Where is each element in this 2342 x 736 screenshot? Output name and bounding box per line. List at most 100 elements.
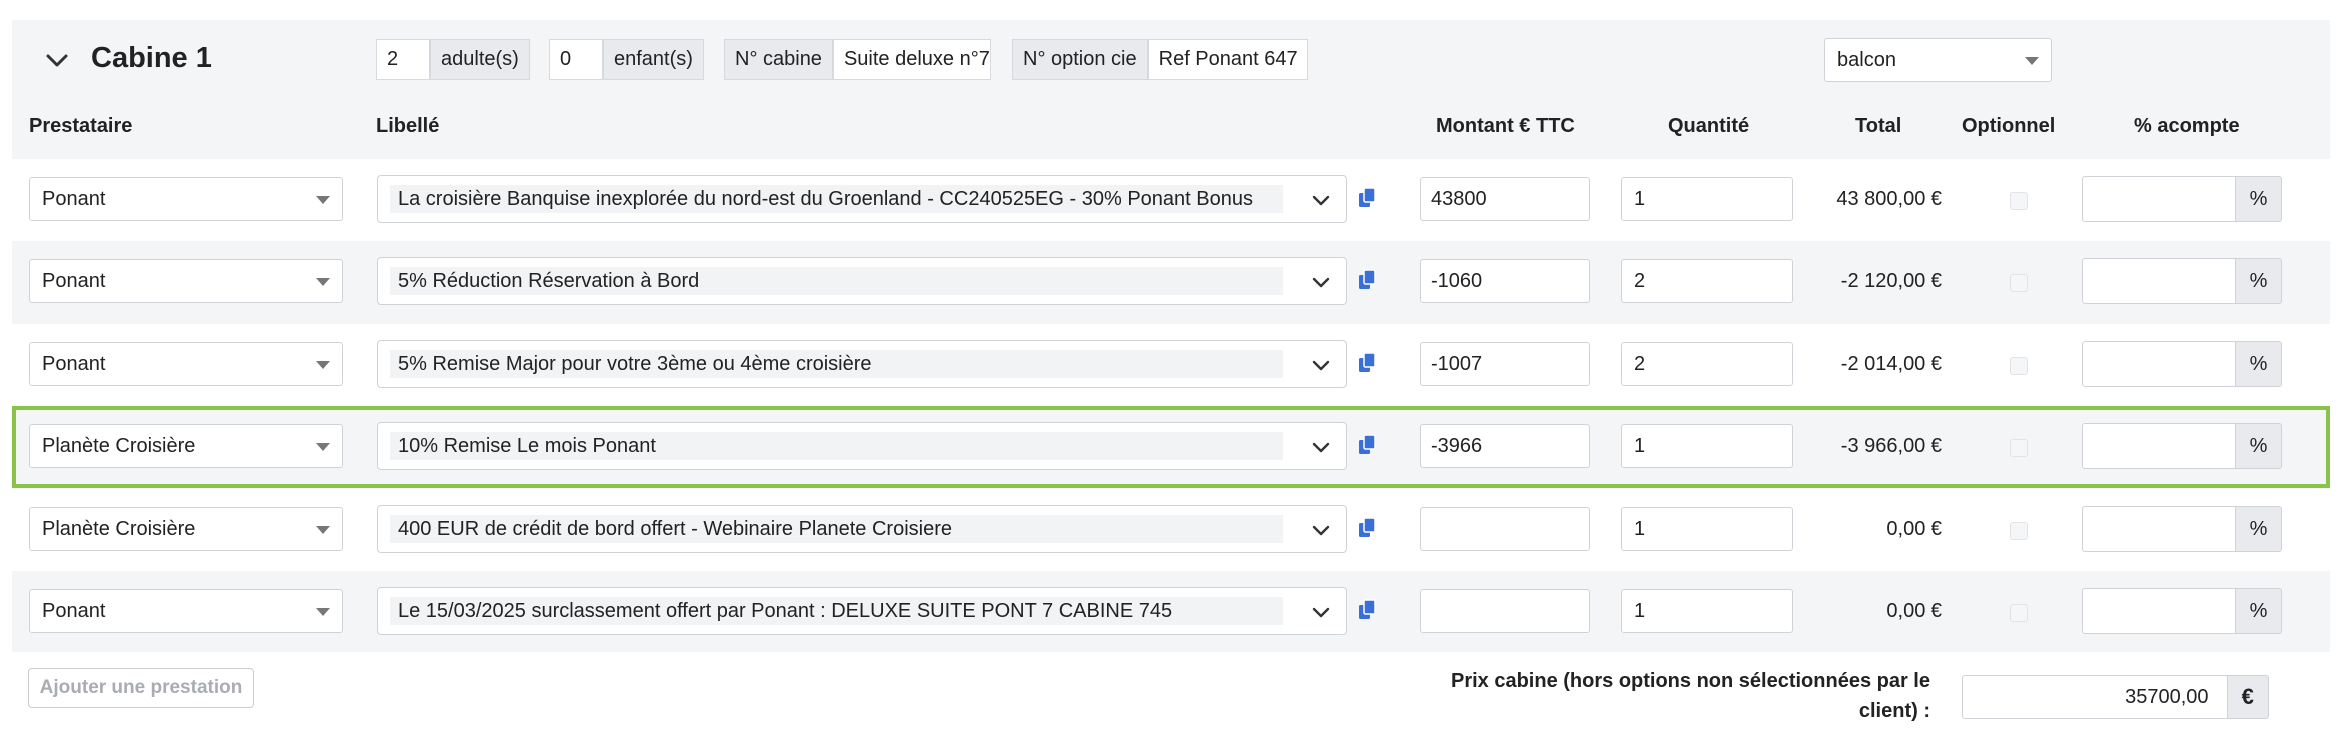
row-total: -2 120,00 € bbox=[1840, 270, 1942, 292]
prestataire-select[interactable]: Ponant bbox=[29, 177, 343, 221]
libelle-text: 400 EUR de crédit de bord offert - Webin… bbox=[390, 515, 1283, 543]
optionnel-checkbox[interactable] bbox=[2010, 192, 2028, 210]
libelle-select[interactable]: 5% Remise Major pour votre 3ème ou 4ème … bbox=[377, 340, 1347, 388]
quantite-input[interactable]: 1 bbox=[1621, 177, 1793, 221]
libelle-select[interactable]: 400 EUR de crédit de bord offert - Webin… bbox=[377, 505, 1347, 553]
collapse-chevron-icon[interactable] bbox=[44, 48, 70, 74]
option-number-group: N° option cie Ref Ponant 647 bbox=[1012, 39, 1308, 80]
quantite-input[interactable]: 1 bbox=[1621, 424, 1793, 468]
cabin-number-label: N° cabine bbox=[724, 39, 833, 80]
option-number-input[interactable]: Ref Ponant 647 bbox=[1147, 39, 1308, 80]
option-number-label: N° option cie bbox=[1012, 39, 1148, 80]
acompte-input[interactable] bbox=[2082, 423, 2236, 469]
acompte-input[interactable] bbox=[2082, 588, 2236, 634]
acompte-input[interactable] bbox=[2082, 258, 2236, 304]
currency-addon: € bbox=[2227, 675, 2269, 719]
prestataire-value: Planète Croisière bbox=[42, 435, 196, 457]
prestataire-value: Ponant bbox=[42, 600, 106, 622]
table-row: Ponant La croisière Banquise inexplorée d… bbox=[12, 159, 2330, 241]
libelle-select[interactable]: 10% Remise Le mois Ponant bbox=[377, 422, 1347, 470]
children-input[interactable]: 0 bbox=[549, 39, 603, 80]
caret-down-icon bbox=[316, 443, 330, 451]
cabin-price-label-line2: client) : bbox=[1858, 700, 1930, 722]
row-total: -3 966,00 € bbox=[1840, 435, 1942, 457]
percent-addon: % bbox=[2236, 588, 2282, 634]
col-prestataire: Prestataire bbox=[29, 115, 133, 137]
acompte-input[interactable] bbox=[2082, 341, 2236, 387]
optionnel-checkbox[interactable] bbox=[2010, 274, 2028, 292]
prestataire-select[interactable]: Planète Croisière bbox=[29, 424, 343, 468]
cabin-price-label-line1: Prix cabine (hors options non sélectionn… bbox=[1450, 670, 1930, 692]
cabin-category-value: balcon bbox=[1837, 49, 1896, 71]
quantite-input[interactable]: 1 bbox=[1621, 507, 1793, 551]
table-row: Ponant Le 15/03/2025 surclassement offert… bbox=[12, 571, 2330, 653]
copy-icon[interactable] bbox=[1357, 599, 1377, 621]
acompte-group: % bbox=[2082, 506, 2282, 552]
acompte-group: % bbox=[2082, 341, 2282, 387]
acompte-group: % bbox=[2082, 258, 2282, 304]
copy-icon[interactable] bbox=[1357, 517, 1377, 539]
percent-addon: % bbox=[2236, 176, 2282, 222]
prestataire-select[interactable]: Ponant bbox=[29, 342, 343, 386]
montant-input[interactable] bbox=[1420, 507, 1590, 551]
cabin-number-group: N° cabine Suite deluxe n°7 bbox=[724, 39, 991, 80]
percent-addon: % bbox=[2236, 506, 2282, 552]
chevron-down-icon bbox=[1312, 277, 1330, 288]
caret-down-icon bbox=[316, 526, 330, 534]
montant-input[interactable]: -1060 bbox=[1420, 259, 1590, 303]
acompte-group: % bbox=[2082, 176, 2282, 222]
adults-group: 2 adulte(s) bbox=[376, 39, 530, 80]
prestataire-select[interactable]: Planète Croisière bbox=[29, 507, 343, 551]
caret-down-icon bbox=[316, 361, 330, 369]
acompte-input[interactable] bbox=[2082, 176, 2236, 222]
optionnel-checkbox[interactable] bbox=[2010, 439, 2028, 457]
percent-addon: % bbox=[2236, 341, 2282, 387]
montant-input[interactable]: 43800 bbox=[1420, 177, 1590, 221]
cabin-price-group: 35700,00 € bbox=[1962, 675, 2269, 719]
cabin-price-label: Prix cabine (hors options non sélectionn… bbox=[1440, 666, 1930, 726]
chevron-down-icon bbox=[1312, 442, 1330, 453]
percent-addon: % bbox=[2236, 258, 2282, 304]
optionnel-checkbox[interactable] bbox=[2010, 604, 2028, 622]
montant-input[interactable] bbox=[1420, 589, 1590, 633]
acompte-group: % bbox=[2082, 588, 2282, 634]
optionnel-checkbox[interactable] bbox=[2010, 522, 2028, 540]
cabin-category-select[interactable]: balcon bbox=[1824, 38, 2052, 82]
quantite-input[interactable]: 2 bbox=[1621, 259, 1793, 303]
copy-icon[interactable] bbox=[1357, 434, 1377, 456]
libelle-select[interactable]: 5% Réduction Réservation à Bord bbox=[377, 257, 1347, 305]
quantite-input[interactable]: 2 bbox=[1621, 342, 1793, 386]
libelle-text: 5% Remise Major pour votre 3ème ou 4ème … bbox=[390, 350, 1283, 378]
libelle-text: La croisière Banquise inexplorée du nord… bbox=[390, 185, 1283, 213]
table-row: Planète Croisière 400 EUR de crédit de bo… bbox=[12, 489, 2330, 571]
acompte-input[interactable] bbox=[2082, 506, 2236, 552]
libelle-select[interactable]: Le 15/03/2025 surclassement offert par P… bbox=[377, 587, 1347, 635]
col-montant: Montant € TTC bbox=[1436, 115, 1575, 137]
chevron-down-icon bbox=[1312, 525, 1330, 536]
adults-input[interactable]: 2 bbox=[376, 39, 430, 80]
table-row: Ponant 5% Réduction Réservation à Bord -10… bbox=[12, 241, 2330, 323]
montant-input[interactable]: -3966 bbox=[1420, 424, 1590, 468]
libelle-select[interactable]: La croisière Banquise inexplorée du nord… bbox=[377, 175, 1347, 223]
chevron-down-icon bbox=[1312, 607, 1330, 618]
add-prestation-button[interactable]: Ajouter une prestation bbox=[28, 668, 254, 708]
optionnel-checkbox[interactable] bbox=[2010, 357, 2028, 375]
col-acompte: % acompte bbox=[2134, 115, 2240, 137]
quantite-input[interactable]: 1 bbox=[1621, 589, 1793, 633]
caret-down-icon bbox=[2025, 57, 2039, 65]
row-total: -2 014,00 € bbox=[1840, 353, 1942, 375]
prestataire-value: Ponant bbox=[42, 353, 106, 375]
col-libelle: Libellé bbox=[376, 115, 440, 137]
chevron-down-icon bbox=[1312, 195, 1330, 206]
row-total: 43 800,00 € bbox=[1836, 188, 1942, 210]
montant-input[interactable]: -1007 bbox=[1420, 342, 1590, 386]
cabin-price-input[interactable]: 35700,00 bbox=[1962, 675, 2228, 719]
copy-icon[interactable] bbox=[1357, 187, 1377, 209]
prestataire-value: Ponant bbox=[42, 188, 106, 210]
cabin-number-input[interactable]: Suite deluxe n°7 bbox=[832, 39, 991, 80]
col-quantite: Quantité bbox=[1668, 115, 1750, 137]
prestataire-select[interactable]: Ponant bbox=[29, 259, 343, 303]
prestataire-select[interactable]: Ponant bbox=[29, 589, 343, 633]
copy-icon[interactable] bbox=[1357, 352, 1377, 374]
copy-icon[interactable] bbox=[1357, 269, 1377, 291]
